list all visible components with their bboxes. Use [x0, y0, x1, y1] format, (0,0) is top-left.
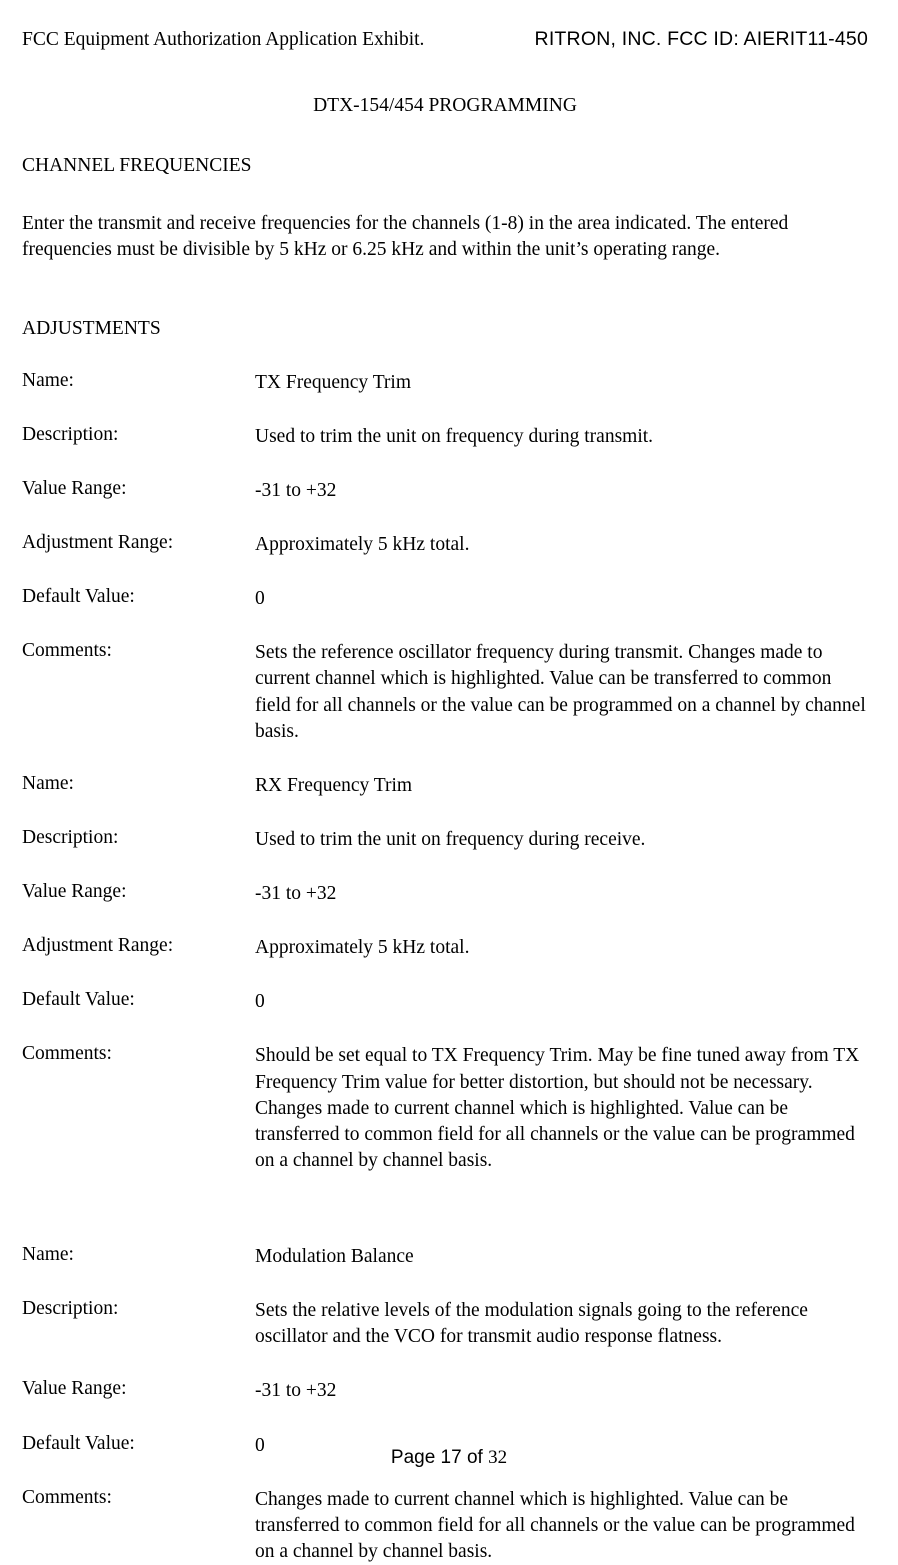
field-row-comments: Comments: Should be set equal to TX Freq… [22, 1043, 868, 1174]
field-value-adjustment-range: Approximately 5 kHz total. [255, 532, 868, 558]
field-label-description: Description: [22, 1298, 255, 1320]
document-title: DTX-154/454 PROGRAMMING [22, 95, 868, 117]
field-label-comments: Comments: [22, 1487, 255, 1509]
field-row-description: Description: Used to trim the unit on fr… [22, 827, 868, 853]
field-value-comments: Sets the reference oscillator frequency … [255, 640, 868, 745]
header-right-text: RITRON, INC. FCC ID: AIERIT11-450 [535, 28, 868, 51]
field-row-name: Name: Modulation Balance [22, 1244, 868, 1270]
field-row-default-value: Default Value: 0 [22, 989, 868, 1015]
field-label-name: Name: [22, 1244, 255, 1266]
field-value-comments: Should be set equal to TX Frequency Trim… [255, 1043, 868, 1174]
field-label-name: Name: [22, 773, 255, 795]
field-value-default-value: 0 [255, 989, 868, 1015]
adjustments-heading: ADJUSTMENTS [22, 318, 868, 340]
field-label-value-range: Value Range: [22, 1378, 255, 1400]
field-label-adjustment-range: Adjustment Range: [22, 532, 255, 554]
field-label-description: Description: [22, 827, 255, 849]
field-label-value-range: Value Range: [22, 478, 255, 500]
field-value-description: Used to trim the unit on frequency durin… [255, 827, 868, 853]
field-row-value-range: Value Range: -31 to +32 [22, 1378, 868, 1404]
field-label-name: Name: [22, 370, 255, 392]
footer-page-prefix: Page 17 of [391, 1447, 488, 1468]
field-label-comments: Comments: [22, 640, 255, 662]
field-value-value-range: -31 to +32 [255, 881, 868, 907]
field-label-comments: Comments: [22, 1043, 255, 1065]
field-label-adjustment-range: Adjustment Range: [22, 935, 255, 957]
document-header: FCC Equipment Authorization Application … [22, 28, 868, 51]
field-value-description: Sets the relative levels of the modulati… [255, 1298, 868, 1350]
page-footer: Page 17 of 32 [0, 1447, 898, 1469]
field-value-name: TX Frequency Trim [255, 370, 868, 396]
field-label-default-value: Default Value: [22, 586, 255, 608]
channel-frequencies-heading: CHANNEL FREQUENCIES [22, 155, 868, 177]
field-row-comments: Comments: Sets the reference oscillator … [22, 640, 868, 745]
field-row-name: Name: TX Frequency Trim [22, 370, 868, 396]
field-row-name: Name: RX Frequency Trim [22, 773, 868, 799]
field-label-description: Description: [22, 424, 255, 446]
field-value-default-value: 0 [255, 586, 868, 612]
field-label-value-range: Value Range: [22, 881, 255, 903]
field-row-adjustment-range: Adjustment Range: Approximately 5 kHz to… [22, 935, 868, 961]
field-row-value-range: Value Range: -31 to +32 [22, 478, 868, 504]
field-label-default-value: Default Value: [22, 989, 255, 1011]
channel-frequencies-intro: Enter the transmit and receive frequenci… [22, 211, 868, 264]
field-row-description: Description: Used to trim the unit on fr… [22, 424, 868, 450]
field-value-value-range: -31 to +32 [255, 478, 868, 504]
field-row-value-range: Value Range: -31 to +32 [22, 881, 868, 907]
field-value-name: Modulation Balance [255, 1244, 868, 1270]
footer-page-total: 32 [488, 1447, 507, 1468]
field-value-value-range: -31 to +32 [255, 1378, 868, 1404]
field-row-comments: Comments: Changes made to current channe… [22, 1487, 868, 1565]
header-left-text: FCC Equipment Authorization Application … [22, 29, 424, 51]
field-row-default-value: Default Value: 0 [22, 586, 868, 612]
field-row-description: Description: Sets the relative levels of… [22, 1298, 868, 1350]
field-value-adjustment-range: Approximately 5 kHz total. [255, 935, 868, 961]
field-value-comments: Changes made to current channel which is… [255, 1487, 868, 1565]
field-value-name: RX Frequency Trim [255, 773, 868, 799]
field-value-description: Used to trim the unit on frequency durin… [255, 424, 868, 450]
field-row-adjustment-range: Adjustment Range: Approximately 5 kHz to… [22, 532, 868, 558]
